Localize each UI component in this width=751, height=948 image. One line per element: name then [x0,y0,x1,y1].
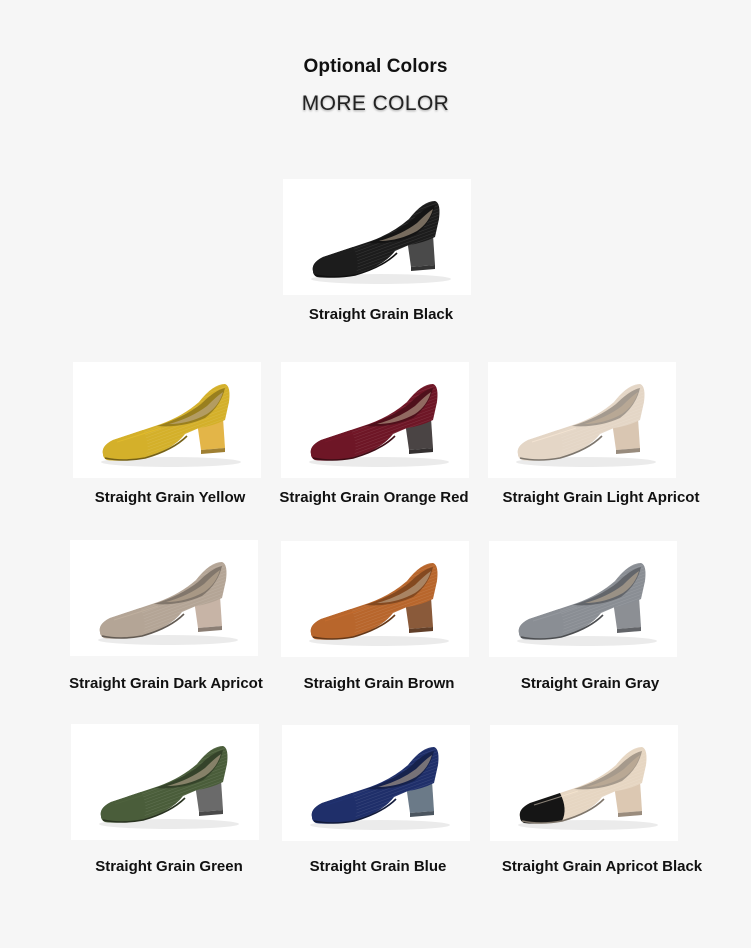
shoe-icon [488,362,676,478]
section-subtitle: MORE COLOR [301,92,450,115]
product-image[interactable] [281,362,469,478]
shoe-icon [73,362,261,478]
shoe-icon [283,179,471,295]
product-color-label: Straight Grain Blue [309,858,447,875]
product-image[interactable] [488,362,676,478]
shoe-icon [282,725,470,841]
shoe-icon [281,541,469,657]
product-color-label: Straight Grain Light Apricot [502,489,700,506]
product-image[interactable] [71,724,259,840]
product-image[interactable] [489,541,677,657]
product-image[interactable] [73,362,261,478]
product-color-label: Straight Grain Apricot Black [501,858,703,875]
shoe-icon [490,725,678,841]
product-image[interactable] [490,725,678,841]
shoe-icon [70,540,258,656]
product-color-label: Straight Grain Gray [520,675,660,692]
shoe-icon [71,724,259,840]
product-image[interactable] [281,541,469,657]
section-title: Optional Colors [303,56,448,77]
product-color-label: Straight Grain Orange Red [279,489,469,506]
product-image[interactable] [283,179,471,295]
shoe-icon [489,541,677,657]
shoe-icon [281,362,469,478]
product-image[interactable] [70,540,258,656]
product-color-label: Straight Grain Black [308,306,454,323]
product-image[interactable] [282,725,470,841]
